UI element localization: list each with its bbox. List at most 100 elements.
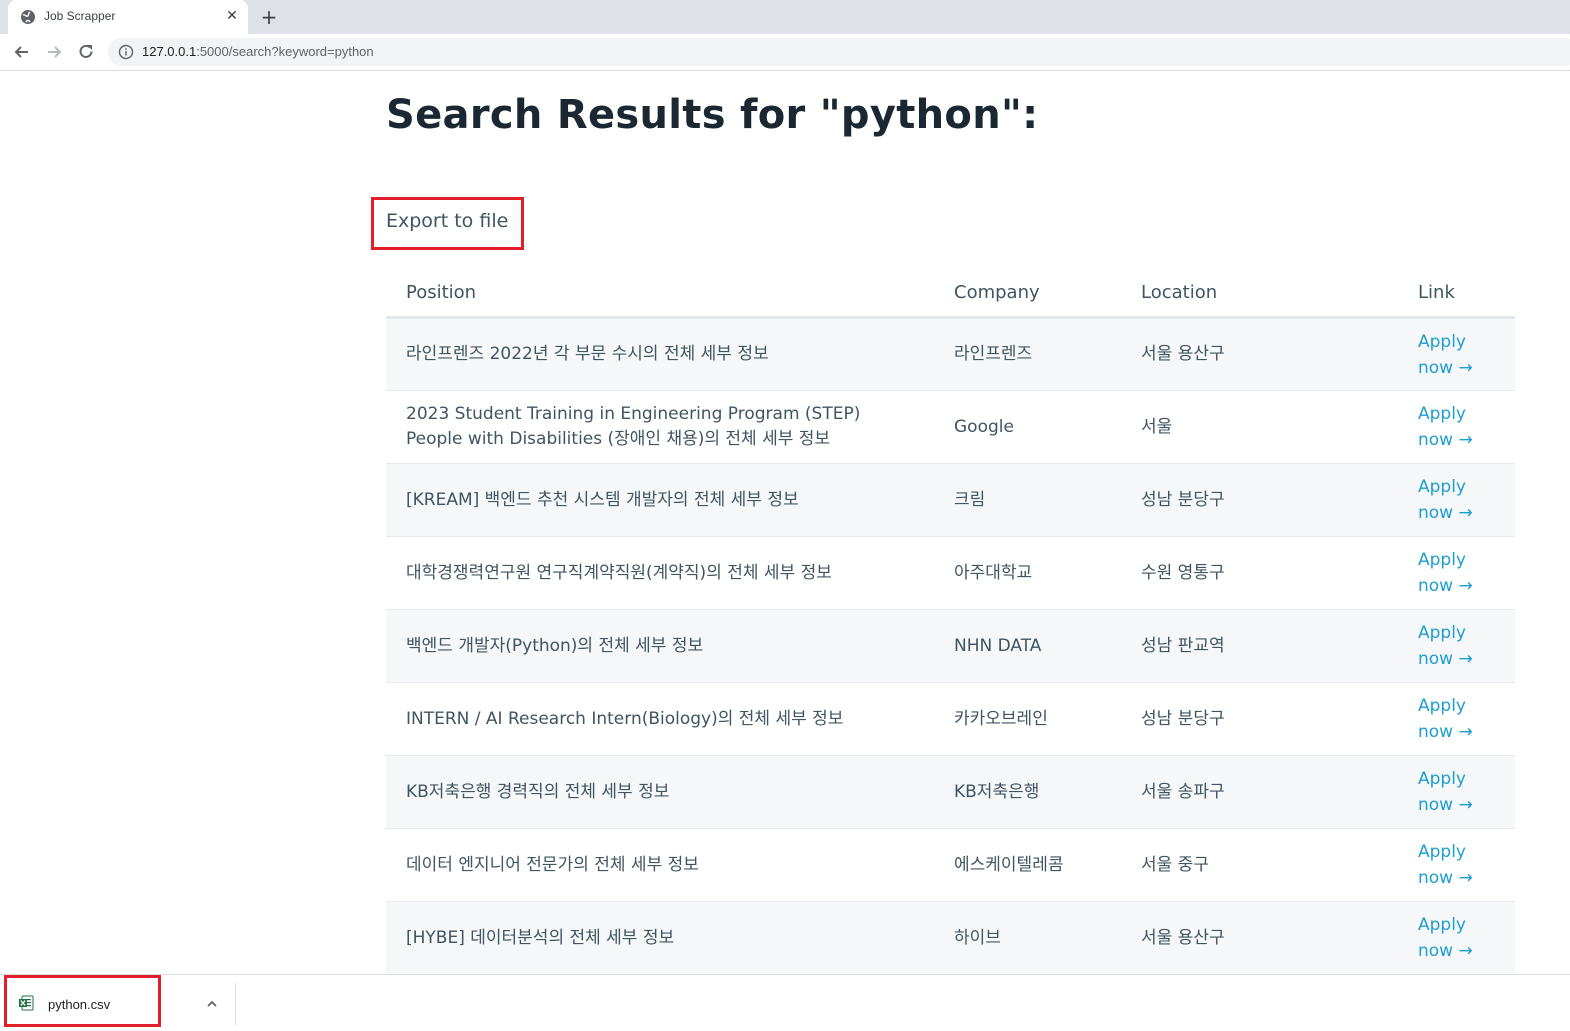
location-cell: 서울 용산구 (1121, 317, 1398, 391)
link-cell: Apply now → (1398, 609, 1515, 683)
divider (235, 983, 236, 1025)
position-cell: 대학경쟁력연구원 연구직계약직원(계약직)의 전체 세부 정보 (386, 536, 934, 610)
tab-title: Job Scrapper (44, 9, 116, 23)
apply-now-link[interactable]: Apply now → (1418, 329, 1495, 381)
table-row: 라인프렌즈 2022년 각 부문 수시의 전체 세부 정보 라인프렌즈 서울 용… (386, 317, 1515, 391)
now-arrow-label[interactable]: now → (1418, 649, 1473, 669)
globe-icon (21, 10, 35, 24)
location-cell: 서울 (1121, 390, 1398, 464)
position-cell: [HYBE] 데이터분석의 전체 세부 정보 (386, 901, 934, 975)
apply-label[interactable]: Apply (1418, 477, 1466, 497)
plus-icon[interactable]: + (258, 6, 280, 28)
company-cell: NHN DATA (934, 609, 1121, 683)
link-cell: Apply now → (1398, 828, 1515, 902)
company-cell: 아주대학교 (934, 536, 1121, 610)
table-row: [KREAM] 백엔드 추천 시스템 개발자의 전체 세부 정보 크림 성남 분… (386, 463, 1515, 537)
position-cell: 라인프렌즈 2022년 각 부문 수시의 전체 세부 정보 (386, 317, 934, 391)
link-cell: Apply now → (1398, 317, 1515, 391)
address-bar[interactable]: 127.0.0.1:5000/search?keyword=python (108, 38, 1570, 66)
position-cell: [KREAM] 백엔드 추천 시스템 개발자의 전체 세부 정보 (386, 463, 934, 537)
url-path: :5000/search?keyword=python (196, 44, 374, 59)
apply-now-link[interactable]: Apply now → (1418, 912, 1495, 964)
apply-label[interactable]: Apply (1418, 696, 1466, 716)
reload-icon[interactable] (76, 42, 96, 62)
position-cell: 데이터 엔지니어 전문가의 전체 세부 정보 (386, 828, 934, 902)
apply-label[interactable]: Apply (1418, 915, 1466, 935)
link-cell: Apply now → (1398, 463, 1515, 537)
results-table: Position Company Location Link 라인프렌즈 202… (386, 268, 1515, 975)
table-row: 대학경쟁력연구원 연구직계약직원(계약직)의 전체 세부 정보 아주대학교 수원… (386, 536, 1515, 610)
header-link: Link (1398, 268, 1515, 319)
table-row: 데이터 엔지니어 전문가의 전체 세부 정보 에스케이텔레콤 서울 중구 App… (386, 828, 1515, 902)
now-arrow-label[interactable]: now → (1418, 795, 1473, 815)
apply-now-link[interactable]: Apply now → (1418, 766, 1495, 818)
position-cell: 백엔드 개발자(Python)의 전체 세부 정보 (386, 609, 934, 683)
now-arrow-label[interactable]: now → (1418, 358, 1473, 378)
header-position: Position (386, 268, 934, 319)
company-cell: 에스케이텔레콤 (934, 828, 1121, 902)
table-row: 2023 Student Training in Engineering Pro… (386, 390, 1515, 464)
apply-now-link[interactable]: Apply now → (1418, 474, 1495, 526)
download-file-name[interactable]: python.csv (48, 997, 110, 1012)
download-bar: python.csv (0, 974, 1570, 1031)
now-arrow-label[interactable]: now → (1418, 430, 1473, 450)
position-cell: KB저축은행 경력직의 전체 세부 정보 (386, 755, 934, 829)
table-row: 백엔드 개발자(Python)의 전체 세부 정보 NHN DATA 성남 판교… (386, 609, 1515, 683)
location-cell: 성남 분당구 (1121, 682, 1398, 756)
company-cell: Google (934, 390, 1121, 464)
company-cell: 카카오브레인 (934, 682, 1121, 756)
browser-tab[interactable]: Job Scrapper ✕ (8, 0, 248, 34)
apply-label[interactable]: Apply (1418, 842, 1466, 862)
link-cell: Apply now → (1398, 390, 1515, 464)
browser-toolbar: 127.0.0.1:5000/search?keyword=python (0, 34, 1570, 71)
link-cell: Apply now → (1398, 901, 1515, 975)
tab-strip: Job Scrapper ✕ + (0, 0, 1570, 34)
company-cell: 크림 (934, 463, 1121, 537)
table-row: KB저축은행 경력직의 전체 세부 정보 KB저축은행 서울 송파구 Apply… (386, 755, 1515, 829)
apply-label[interactable]: Apply (1418, 623, 1466, 643)
now-arrow-label[interactable]: now → (1418, 503, 1473, 523)
info-icon[interactable] (118, 44, 134, 60)
location-cell: 서울 송파구 (1121, 755, 1398, 829)
header-location: Location (1121, 268, 1398, 319)
chevron-up-icon[interactable] (205, 997, 219, 1011)
apply-now-link[interactable]: Apply now → (1418, 547, 1495, 599)
apply-now-link[interactable]: Apply now → (1418, 693, 1495, 745)
apply-label[interactable]: Apply (1418, 404, 1466, 424)
apply-label[interactable]: Apply (1418, 550, 1466, 570)
link-cell: Apply now → (1398, 755, 1515, 829)
company-cell: KB저축은행 (934, 755, 1121, 829)
now-arrow-label[interactable]: now → (1418, 868, 1473, 888)
location-cell: 수원 영통구 (1121, 536, 1398, 610)
close-icon[interactable]: ✕ (224, 8, 240, 24)
location-cell: 서울 중구 (1121, 828, 1398, 902)
excel-file-icon (19, 995, 34, 1011)
location-cell: 서울 용산구 (1121, 901, 1398, 975)
page-title: Search Results for "python": (386, 92, 1039, 138)
link-cell: Apply now → (1398, 536, 1515, 610)
now-arrow-label[interactable]: now → (1418, 576, 1473, 596)
position-cell: INTERN / AI Research Intern(Biology)의 전체… (386, 682, 934, 756)
location-cell: 성남 분당구 (1121, 463, 1398, 537)
now-arrow-label[interactable]: now → (1418, 941, 1473, 961)
back-arrow-icon[interactable] (12, 42, 32, 62)
export-to-file-link[interactable]: Export to file (386, 210, 508, 232)
forward-arrow-icon[interactable] (44, 42, 64, 62)
position-cell: 2023 Student Training in Engineering Pro… (386, 390, 934, 464)
apply-now-link[interactable]: Apply now → (1418, 401, 1495, 453)
url-host: 127.0.0.1 (142, 44, 197, 59)
company-cell: 하이브 (934, 901, 1121, 975)
table-row: [HYBE] 데이터분석의 전체 세부 정보 하이브 서울 용산구 Apply n… (386, 901, 1515, 975)
apply-label[interactable]: Apply (1418, 769, 1466, 789)
link-cell: Apply now → (1398, 682, 1515, 756)
table-header-row: Position Company Location Link (386, 268, 1515, 319)
company-cell: 라인프렌즈 (934, 317, 1121, 391)
apply-now-link[interactable]: Apply now → (1418, 839, 1495, 891)
apply-now-link[interactable]: Apply now → (1418, 620, 1495, 672)
now-arrow-label[interactable]: now → (1418, 722, 1473, 742)
header-company: Company (934, 268, 1121, 319)
location-cell: 성남 판교역 (1121, 609, 1398, 683)
url-text: 127.0.0.1:5000/search?keyword=python (142, 44, 374, 59)
apply-label[interactable]: Apply (1418, 332, 1466, 352)
table-row: INTERN / AI Research Intern(Biology)의 전체… (386, 682, 1515, 756)
